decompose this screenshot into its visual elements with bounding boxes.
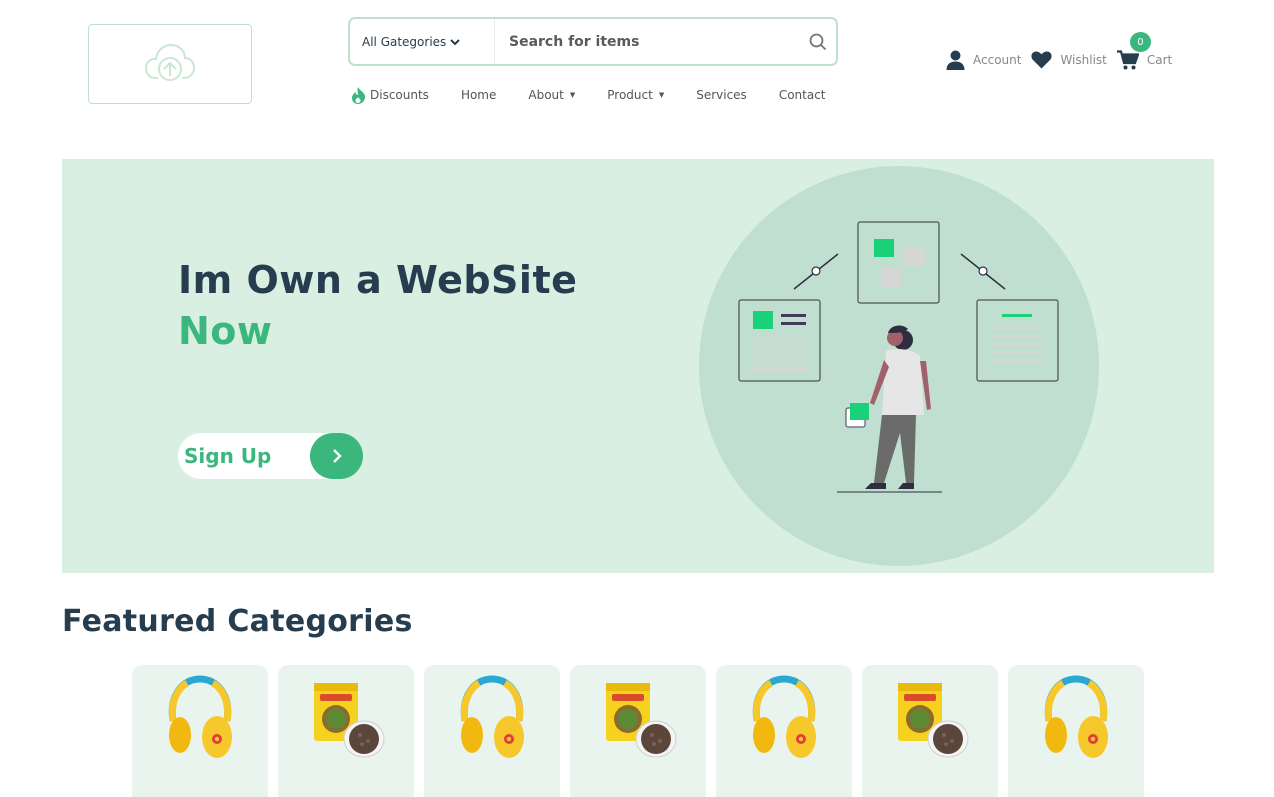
nav-item-contact[interactable]: Contact — [779, 88, 826, 102]
header-actions: Account Wishlist 0 Cart — [946, 32, 1182, 70]
chevron-down-icon — [450, 38, 461, 45]
hero-illustration — [699, 166, 1099, 566]
nav-item-discounts[interactable]: Discounts — [350, 86, 429, 105]
category-card[interactable] — [278, 665, 414, 797]
headphones-icon — [752, 675, 816, 758]
category-card[interactable] — [1008, 665, 1144, 797]
search-button[interactable] — [800, 19, 836, 64]
headphones-icon — [168, 675, 232, 758]
hero-title-line1: Im Own a WebSite — [178, 258, 578, 302]
user-icon — [946, 50, 965, 70]
category-select[interactable]: All Gategories — [350, 19, 495, 64]
heart-icon — [1031, 51, 1053, 69]
headphones-icon — [1044, 675, 1108, 758]
featured-categories-list — [132, 665, 1154, 797]
upload-cloud-icon — [144, 43, 196, 81]
category-select-label: All Gategories — [362, 34, 447, 49]
hero-title-line2: Now — [178, 309, 273, 353]
nav-item-label: Home — [460, 88, 497, 102]
headphones-icon — [460, 675, 524, 758]
account-link[interactable]: Account — [946, 50, 1021, 70]
cart-label: Cart — [1146, 53, 1173, 67]
hero-title: Im Own a WebSite Now — [178, 255, 577, 357]
food-bag-icon — [606, 683, 677, 758]
nav-item-home[interactable]: Home — [461, 88, 496, 102]
nav-item-label: Product — [607, 88, 653, 102]
search-bar: All Gategories — [348, 17, 838, 66]
wishlist-link[interactable]: Wishlist — [1031, 51, 1107, 69]
nav-item-label: Contact — [778, 88, 826, 102]
cart-count-badge: 0 — [1129, 32, 1151, 52]
caret-down-icon: ▼ — [658, 91, 665, 99]
nav-item-label: Discounts — [370, 88, 429, 102]
search-icon — [809, 33, 827, 50]
wishlist-label: Wishlist — [1060, 53, 1107, 67]
food-bag-icon — [314, 683, 385, 758]
nav-item-services[interactable]: Services — [696, 88, 747, 102]
nav-item-product[interactable]: Product ▼ — [607, 88, 664, 102]
sign-up-label: Sign Up — [184, 444, 272, 468]
nav-item-label: Services — [696, 88, 747, 102]
fire-icon — [352, 86, 366, 104]
food-bag-icon — [898, 683, 969, 758]
hero-banner: Im Own a WebSite Now Sign Up — [62, 159, 1214, 573]
search-input[interactable] — [495, 19, 800, 64]
category-card[interactable] — [570, 665, 706, 797]
category-card[interactable] — [716, 665, 852, 797]
logo[interactable] — [88, 24, 252, 104]
nav-item-about[interactable]: About ▼ — [528, 88, 575, 102]
category-card[interactable] — [424, 665, 560, 797]
account-label: Account — [973, 53, 1022, 67]
chevron-right-icon — [310, 433, 363, 479]
category-card[interactable] — [132, 665, 268, 797]
cart-link[interactable]: 0 Cart — [1116, 32, 1173, 70]
caret-down-icon: ▼ — [569, 91, 576, 99]
featured-categories-title: Featured Categories — [62, 604, 413, 639]
nav-item-label: About — [528, 88, 564, 102]
main-nav: Discounts Home About ▼ Product ▼ Service… — [350, 82, 858, 108]
category-card[interactable] — [862, 665, 998, 797]
sign-up-button[interactable]: Sign Up — [178, 433, 363, 479]
cart-icon — [1116, 50, 1139, 70]
